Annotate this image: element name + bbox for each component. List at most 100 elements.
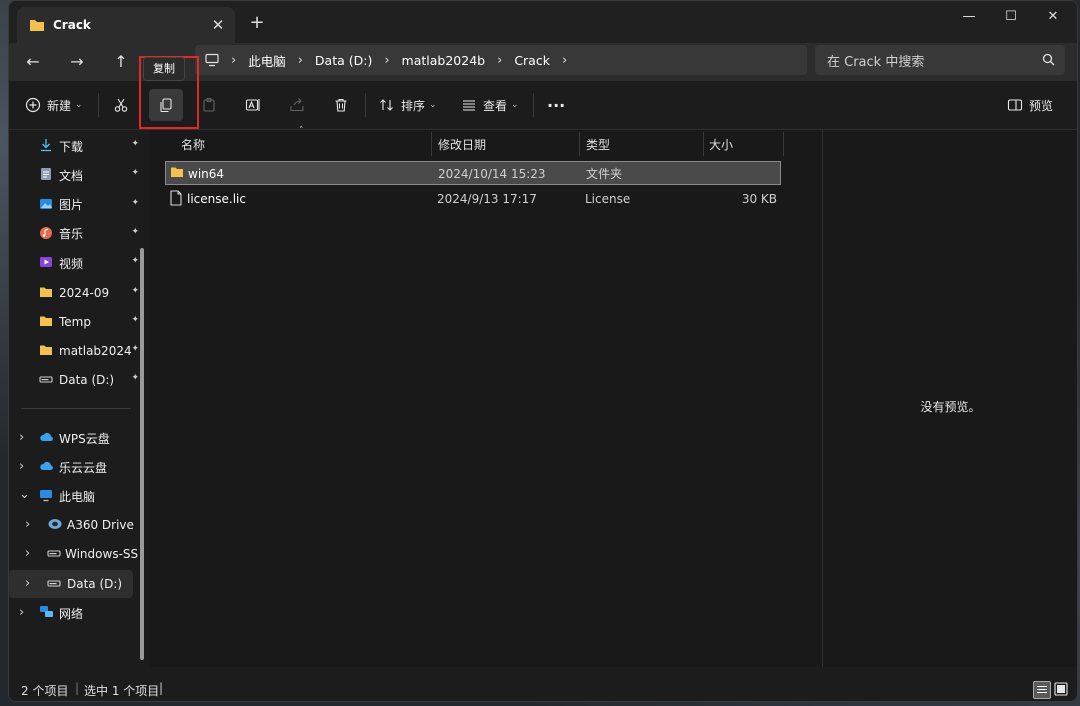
tab-crack[interactable]: Crack ✕ <box>17 7 235 43</box>
back-button[interactable]: ← <box>19 51 47 73</box>
chevron-right-icon[interactable]: › <box>562 53 567 68</box>
close-window-button[interactable]: ✕ <box>1033 7 1073 27</box>
folder-icon <box>39 314 55 330</box>
status-bar: 2 个项目 | 选中 1 个项目 | <box>9 677 1077 701</box>
sidebar-item-network[interactable]: › 网络 <box>9 599 139 627</box>
sidebar-item-label: Data (D:) <box>59 373 115 388</box>
sidebar-item-windows-ssd[interactable]: › Windows-SSD <box>9 540 139 568</box>
sidebar-item-a360-drive[interactable]: › A360 Drive <box>9 511 139 539</box>
sidebar-item-label: Windows-SSD <box>65 547 139 561</box>
paste-button[interactable] <box>201 93 217 117</box>
chevron-down-icon[interactable]: ⌄ <box>19 487 30 502</box>
column-header-modified[interactable]: 修改日期 <box>438 130 578 158</box>
sidebar-item-label: 图片 <box>59 198 84 213</box>
chevron-right-icon[interactable]: › <box>19 605 24 620</box>
sidebar-item-leyun-cloud[interactable]: › 乐云云盘 <box>9 453 139 481</box>
file-row[interactable]: win64 2024/10/14 15:23 文件夹 <box>165 161 781 185</box>
thumbnails-view-button[interactable] <box>1053 681 1069 697</box>
breadcrumb-crack[interactable]: Crack <box>514 53 550 68</box>
picture-icon <box>39 197 55 213</box>
forward-button[interactable]: → <box>63 51 91 73</box>
sidebar-item-music[interactable]: 音乐 ✦ <box>9 220 141 248</box>
drive-icon <box>47 546 61 562</box>
drive-icon <box>39 372 55 388</box>
sidebar-item-videos[interactable]: 视频 ✦ <box>9 249 141 277</box>
chevron-right-icon[interactable]: › <box>25 546 30 561</box>
share-button[interactable] <box>289 93 305 117</box>
delete-button[interactable] <box>333 93 349 117</box>
column-divider[interactable] <box>703 132 704 156</box>
sidebar-item-wps-cloud[interactable]: › WPS云盘 <box>9 424 139 452</box>
file-icon <box>169 190 183 206</box>
file-modified: 2024/9/13 17:17 <box>437 192 537 206</box>
sidebar-item-label: 下载 <box>59 139 84 154</box>
breadcrumb-this-pc[interactable]: 此电脑 <box>248 51 286 70</box>
maximize-button[interactable]: ☐ <box>991 7 1031 27</box>
sidebar-item-downloads[interactable]: 下载 ✦ <box>9 132 141 160</box>
more-options-button[interactable]: ··· <box>547 93 565 117</box>
sidebar-item-2024-09[interactable]: 2024-09 ✦ <box>9 279 141 307</box>
search-icon <box>1042 53 1055 66</box>
minimize-button[interactable]: — <box>949 7 989 27</box>
selected-count: 选中 1 个项目 <box>84 684 160 698</box>
preview-pane-button[interactable]: 预览 <box>1007 93 1053 117</box>
column-divider[interactable] <box>783 132 784 156</box>
address-bar[interactable]: › 此电脑 › Data (D:) › matlab2024b › Crack … <box>195 45 807 75</box>
status-divider: | <box>75 681 80 695</box>
close-tab-icon[interactable]: ✕ <box>209 16 227 34</box>
cloud-icon <box>39 430 55 446</box>
file-type: 文件夹 <box>586 167 623 181</box>
sidebar-item-data-d-tree[interactable]: › Data (D:) <box>9 570 133 598</box>
pin-icon: ✦ <box>131 373 139 384</box>
chevron-right-icon[interactable]: › <box>19 459 24 474</box>
rename-button[interactable] <box>245 93 261 117</box>
chevron-right-icon[interactable]: › <box>25 576 30 591</box>
column-type-label: 类型 <box>586 137 611 152</box>
sidebar-item-label: 乐云云盘 <box>59 460 108 475</box>
folder-icon <box>39 285 55 301</box>
file-type: License <box>585 192 631 206</box>
sidebar-item-label: 视频 <box>59 256 84 271</box>
column-modified-label: 修改日期 <box>438 137 487 152</box>
chevron-right-icon[interactable]: › <box>19 430 24 445</box>
pin-icon: ✦ <box>131 226 139 237</box>
paste-icon <box>203 97 215 112</box>
file-row[interactable]: license.lic 2024/9/13 17:17 License 30 KB <box>165 187 781 211</box>
view-label: 查看 <box>483 98 508 113</box>
breadcrumb-data-d[interactable]: Data (D:) <box>315 53 372 68</box>
sidebar-item-matlab2024[interactable]: matlab2024 ✦ <box>9 337 141 365</box>
column-divider[interactable] <box>431 132 432 156</box>
view-button[interactable]: 查看 ⌄ <box>461 93 519 117</box>
column-header-name[interactable]: 名称 ˄ <box>181 126 431 158</box>
search-input[interactable]: 在 Crack 中搜索 <box>815 45 1065 75</box>
sidebar-item-this-pc[interactable]: ⌄ 此电脑 <box>9 482 139 510</box>
chevron-right-icon: › <box>297 52 303 68</box>
column-header-size[interactable]: 大小 <box>709 130 779 158</box>
new-button[interactable]: 新建 ⌄ <box>25 93 83 117</box>
sidebar-item-temp[interactable]: Temp ✦ <box>9 308 141 336</box>
share-icon <box>290 98 304 112</box>
cut-button[interactable] <box>113 93 129 117</box>
up-button[interactable]: ↑ <box>107 51 135 73</box>
computer-icon <box>205 53 219 67</box>
folder-icon <box>39 343 55 359</box>
chevron-right-icon[interactable]: › <box>25 517 30 532</box>
sidebar-item-pictures[interactable]: 图片 ✦ <box>9 191 141 219</box>
file-explorer-window: Crack ✕ + — ☐ ✕ ← → ↑ › 此电脑 › Data (D:) … <box>8 0 1078 702</box>
breadcrumb-matlab2024b[interactable]: matlab2024b <box>402 53 486 68</box>
column-divider[interactable] <box>579 132 580 156</box>
sidebar-scrollbar[interactable] <box>140 248 144 660</box>
file-list: 名称 ˄ 修改日期 类型 大小 win64 2024/10/14 15:23 文件夹… <box>149 126 822 667</box>
preview-pane: 没有预览。 <box>822 130 1077 667</box>
details-view-button[interactable] <box>1033 681 1051 699</box>
file-name: license.lic <box>187 192 246 206</box>
column-header-type[interactable]: 类型 <box>586 130 701 158</box>
video-icon <box>39 255 55 271</box>
sort-button[interactable]: 排序 ⌄ <box>379 93 437 117</box>
sidebar-item-data-d[interactable]: Data (D:) ✦ <box>9 366 141 394</box>
tab-title: Crack <box>53 18 91 32</box>
chevron-right-icon: › <box>384 52 390 68</box>
thumbnails-view-icon <box>1054 682 1068 696</box>
sidebar-item-documents[interactable]: 文档 ✦ <box>9 161 141 189</box>
new-tab-button[interactable]: + <box>247 13 267 33</box>
